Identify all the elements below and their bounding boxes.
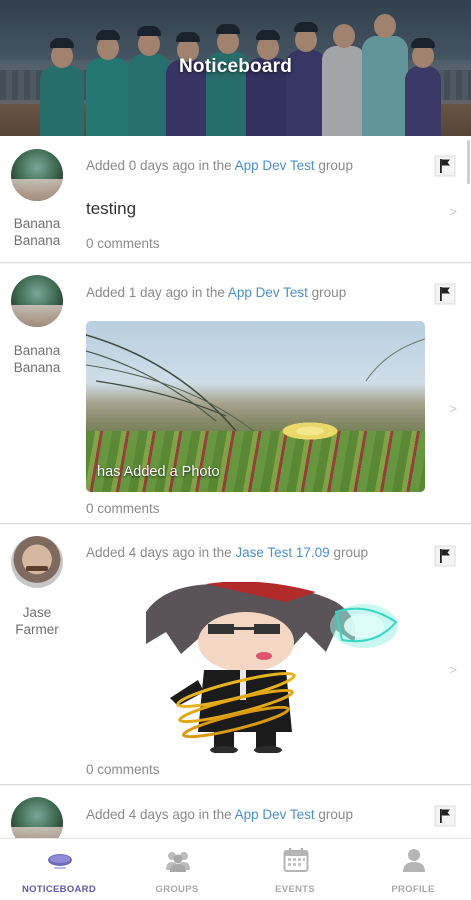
post-meta-prefix: Added 0 days ago in the <box>86 158 235 173</box>
post-meta-suffix: group <box>314 158 353 173</box>
flag-icon[interactable] <box>434 155 456 177</box>
avatar-green-icon[interactable] <box>11 797 63 838</box>
post-meta-prefix: Added 4 days ago in the <box>86 545 236 560</box>
noticeboard-feed[interactable]: Banana Banana Added 0 days ago in the Ap… <box>0 136 471 838</box>
nav-label: NOTICEBOARD <box>21 884 97 895</box>
group-link[interactable]: App Dev Test <box>235 807 315 822</box>
group-link[interactable]: Jase Test 17.09 <box>235 545 329 560</box>
post-author: Banana Banana <box>0 342 74 376</box>
calendar-icon <box>283 848 309 872</box>
avatar-face-icon[interactable] <box>11 536 63 588</box>
post-photo[interactable] <box>86 582 425 753</box>
bottom-navigation: NOTICEBOARD GROUPS EVENTS PROFILE <box>0 838 471 900</box>
photo-plants <box>86 431 425 492</box>
post-meta-prefix: Added 1 day ago in the <box>86 285 228 300</box>
author-last-name: Farmer <box>15 622 59 637</box>
nav-label: EVENTS <box>275 884 315 895</box>
author-last-name: Banana <box>13 233 61 248</box>
author-first-name: Banana <box>13 343 61 358</box>
header-banner: Noticeboard <box>0 0 471 136</box>
nav-groups[interactable]: GROUPS <box>118 839 236 900</box>
flag-icon[interactable] <box>434 805 456 827</box>
post-meta-suffix: group <box>314 807 353 822</box>
post-meta-prefix: Added 4 days ago in the <box>86 807 235 822</box>
nav-profile[interactable]: PROFILE <box>354 839 471 900</box>
author-first-name: Jase <box>22 605 52 620</box>
noticeboard-icon <box>48 854 72 869</box>
post-card[interactable]: Banana Banana Added 0 days ago in the Ap… <box>0 136 471 263</box>
group-link[interactable]: App Dev Test <box>228 285 308 300</box>
comments-count[interactable]: 0 comments <box>86 762 160 777</box>
chevron-right-icon[interactable]: > <box>449 662 457 677</box>
flag-icon[interactable] <box>434 545 456 567</box>
post-card[interactable]: Banana Banana Added 1 day ago in the App… <box>0 264 471 524</box>
nav-noticeboard[interactable]: NOTICEBOARD <box>0 839 118 900</box>
post-card[interactable]: Added 4 days ago in the App Dev Test gro… <box>0 786 471 838</box>
post-author: Banana Banana <box>0 215 74 249</box>
nav-label: GROUPS <box>155 884 199 895</box>
author-first-name: Banana <box>13 216 61 231</box>
photo-flower <box>278 421 342 441</box>
comments-count[interactable]: 0 comments <box>86 236 160 251</box>
cartoon-character-image <box>146 582 398 753</box>
post-meta-suffix: group <box>329 545 368 560</box>
page-title: Noticeboard <box>178 56 293 77</box>
post-meta: Added 1 day ago in the App Dev Test grou… <box>86 285 346 300</box>
avatar-green-icon[interactable] <box>11 275 63 327</box>
post-meta: Added 0 days ago in the App Dev Test gro… <box>86 158 353 173</box>
post-author: Jase Farmer <box>0 604 74 638</box>
nav-events[interactable]: EVENTS <box>236 839 354 900</box>
chevron-right-icon[interactable]: > <box>449 204 457 219</box>
post-meta: Added 4 days ago in the App Dev Test gro… <box>86 807 353 822</box>
feed-scrollbar[interactable] <box>467 140 470 184</box>
comments-count[interactable]: 0 comments <box>86 501 160 516</box>
flag-icon[interactable] <box>434 283 456 305</box>
group-link[interactable]: App Dev Test <box>235 158 315 173</box>
nav-label: PROFILE <box>391 884 435 895</box>
post-photo[interactable]: has Added a Photo <box>86 321 425 492</box>
post-meta: Added 4 days ago in the Jase Test 17.09 … <box>86 545 368 560</box>
author-last-name: Banana <box>13 360 61 375</box>
groups-icon <box>166 852 190 872</box>
post-text: testing <box>86 199 137 218</box>
post-card[interactable]: Jase Farmer Added 4 days ago in the Jase… <box>0 525 471 785</box>
chevron-right-icon[interactable]: > <box>449 401 457 416</box>
post-meta-suffix: group <box>307 285 347 300</box>
avatar-green-icon[interactable] <box>11 149 63 201</box>
photo-caption: has Added a Photo <box>97 464 220 480</box>
profile-icon <box>403 849 425 872</box>
